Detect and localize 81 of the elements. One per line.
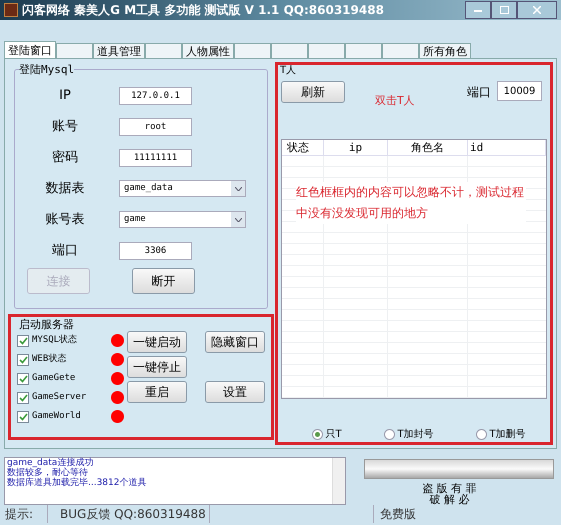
field-label: 数据表 [44, 180, 86, 198]
hint-text: 双击T人 [375, 93, 415, 109]
field-label: IP [58, 86, 72, 105]
tab[interactable]: 道具管理 [93, 43, 145, 58]
dropdown[interactable]: game_data [119, 180, 246, 197]
status-text: 免费版 [373, 505, 416, 523]
group-title: T人 [280, 64, 296, 78]
close-button[interactable] [517, 1, 557, 20]
window-title: 闪客网络 秦美人G M工具 多功能 测试版 V 1.1 QQ:860319488 [22, 2, 384, 20]
log-line: game_data连接成功 [7, 458, 94, 468]
field-label: 账号 [51, 118, 79, 136]
service-label: WEB状态 [32, 352, 68, 366]
input-field[interactable]: 3306 [119, 242, 192, 260]
column-header[interactable]: ip [324, 140, 388, 155]
checkmark-icon [18, 394, 28, 402]
checkbox[interactable] [17, 372, 29, 384]
dropdown[interactable]: game [119, 211, 246, 228]
minimize-icon [474, 8, 482, 12]
service-label: MYSQL状态 [32, 334, 78, 347]
tab[interactable] [308, 43, 345, 58]
port-field[interactable]: 10009 [497, 81, 542, 101]
column-header[interactable]: 角色名 [388, 140, 468, 155]
input-field[interactable]: 127.0.0.1 [119, 86, 192, 104]
app-logo-icon [4, 3, 18, 18]
tab[interactable] [56, 43, 93, 58]
column-header[interactable]: 状态 [282, 140, 324, 155]
field-label: 端口 [51, 242, 79, 260]
field-label: 账号表 [44, 210, 86, 229]
log-line: 数据库道具加载完毕...3812个道具 [7, 478, 148, 488]
checkmark-icon [18, 336, 28, 344]
checkbox[interactable] [17, 410, 29, 422]
close-icon [533, 6, 541, 14]
status-text: BUG反馈 QQ:860319488 [47, 505, 210, 523]
server-button[interactable]: 隐藏窗口 [205, 331, 265, 353]
server-button[interactable]: 设置 [205, 381, 265, 403]
tab[interactable]: 人物属性 [182, 43, 234, 58]
server-button[interactable]: 一键停止 [127, 356, 187, 378]
minimize-button[interactable] [465, 1, 491, 20]
tab[interactable] [145, 43, 182, 58]
checkbox[interactable] [17, 392, 29, 404]
checkbox[interactable] [17, 334, 29, 346]
tab[interactable]: 登陆窗口 [4, 41, 56, 58]
dropdown-caret-icon [231, 212, 245, 227]
radio-button[interactable] [476, 429, 488, 440]
dropdown-caret-icon [231, 181, 245, 196]
notice-text: 破 解 必 [430, 494, 470, 505]
service-label: GameGete [32, 372, 76, 385]
tab[interactable] [271, 43, 308, 58]
checkbox[interactable] [17, 354, 29, 366]
tab[interactable] [234, 43, 271, 58]
tab[interactable] [345, 43, 382, 58]
input-field[interactable]: root [119, 118, 192, 136]
radio-button[interactable] [312, 429, 324, 440]
notice-text: 盗 版 有 罪 [422, 483, 477, 494]
input-field[interactable]: 11111111 [119, 148, 192, 166]
scrollbar[interactable] [332, 458, 345, 504]
checkmark-icon [18, 374, 28, 382]
service-label: GameServer [32, 390, 88, 404]
refresh-button[interactable]: 刷新 [281, 81, 345, 103]
maximize-icon [500, 6, 508, 14]
radio-label: 只T [325, 428, 342, 442]
checkmark-icon [18, 356, 28, 364]
radio-label: T加封号 [397, 428, 434, 442]
checkmark-icon [18, 412, 28, 420]
connect-button[interactable]: 断开 [132, 268, 195, 294]
service-label: GameWorld [32, 410, 82, 423]
field-label: 密码 [51, 148, 79, 167]
group-title: 登陆Mysql [19, 62, 74, 78]
column-header[interactable]: id [468, 140, 546, 155]
note-text: 红色框框内的内容可以忽略不计，测试过程中没有没发现可用的地方 [296, 182, 526, 224]
server-button[interactable]: 重启 [127, 381, 187, 403]
tab[interactable] [382, 43, 419, 58]
port-label: 端口 [467, 84, 491, 101]
radio-label: T加删号 [489, 428, 526, 442]
status-text: 提示: [5, 506, 34, 523]
radio-button[interactable] [384, 429, 396, 440]
maximize-button[interactable] [491, 1, 517, 20]
tab[interactable]: 所有角色 [419, 43, 471, 58]
server-button[interactable]: 一键启动 [127, 331, 187, 353]
log-line: 数据较多，耐心等待 [7, 468, 89, 478]
group-title: 启动服务器 [19, 317, 74, 333]
